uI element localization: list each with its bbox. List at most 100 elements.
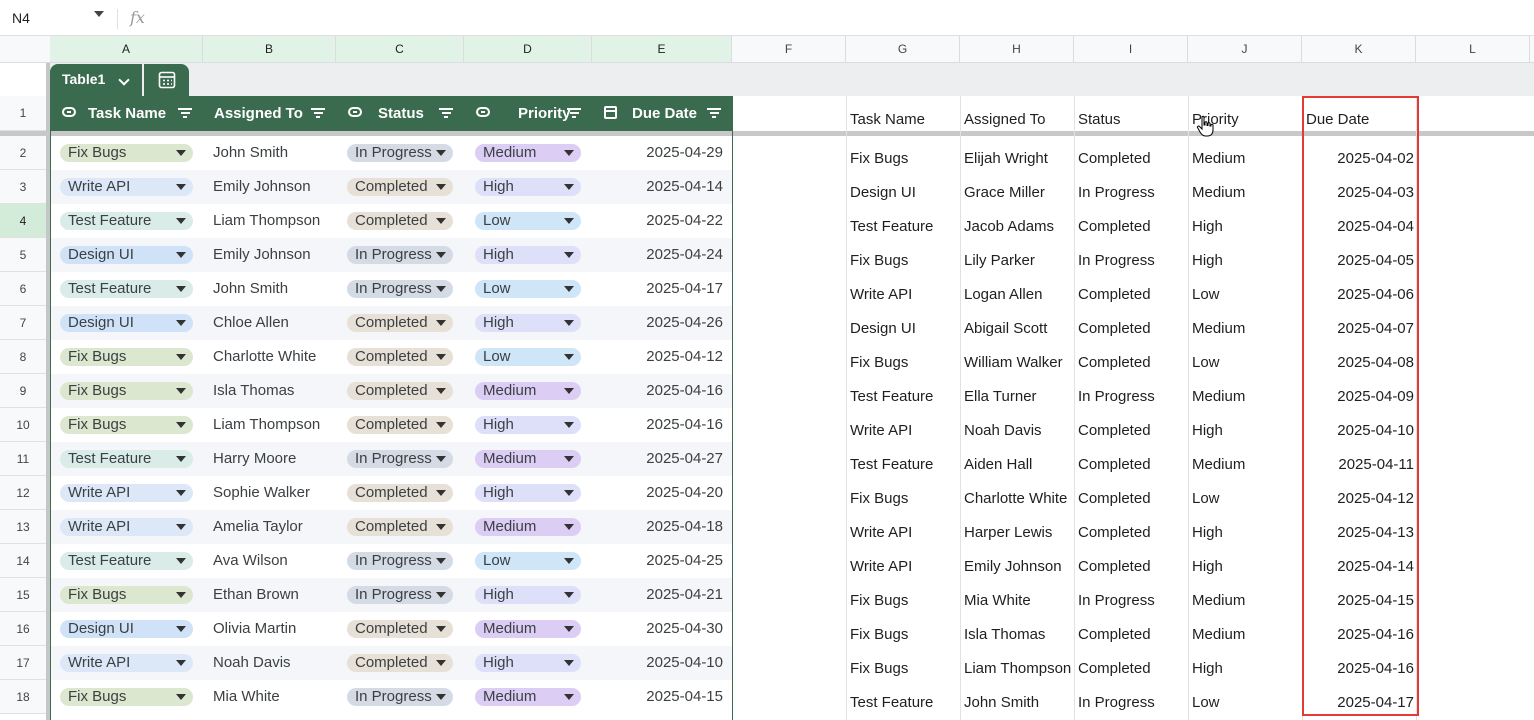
column-header-a[interactable]: A <box>50 36 203 62</box>
row-header-11[interactable]: 11 <box>0 442 46 476</box>
status-chip[interactable]: Completed <box>347 212 453 230</box>
right-data-cell[interactable]: Completed <box>1078 218 1151 236</box>
row-header-13[interactable]: 13 <box>0 510 46 544</box>
column-header-e[interactable]: E <box>592 36 732 62</box>
assigned-to-cell[interactable]: Liam Thompson <box>213 416 320 434</box>
assigned-to-cell[interactable]: Chloe Allen <box>213 314 289 332</box>
assigned-to-cell[interactable]: Ethan Brown <box>213 586 299 604</box>
column-header-j[interactable]: J <box>1188 36 1302 62</box>
right-data-cell[interactable]: Completed <box>1078 354 1151 372</box>
priority-chip[interactable]: High <box>475 484 581 502</box>
column-header-d[interactable]: D <box>464 36 592 62</box>
column-header-f[interactable]: F <box>732 36 846 62</box>
priority-chip[interactable]: Low <box>475 552 581 570</box>
task-name-chip[interactable]: Write API <box>60 178 193 196</box>
status-chip[interactable]: In Progress <box>347 552 453 570</box>
right-data-cell[interactable]: Write API <box>850 422 912 440</box>
task-name-chip[interactable]: Test Feature <box>60 280 193 298</box>
right-data-cell[interactable]: Fix Bugs <box>850 354 908 372</box>
right-data-cell[interactable]: Low <box>1192 490 1220 508</box>
right-data-cell[interactable]: Completed <box>1078 558 1151 576</box>
right-data-cell[interactable]: Fix Bugs <box>850 490 908 508</box>
assigned-to-cell[interactable]: Noah Davis <box>213 654 291 672</box>
right-data-cell[interactable]: John Smith <box>964 694 1039 712</box>
assigned-to-cell[interactable]: Mia White <box>213 688 280 706</box>
assigned-to-cell[interactable]: Harry Moore <box>213 450 296 468</box>
assigned-to-cell[interactable]: Emily Johnson <box>213 246 311 264</box>
due-date-cell[interactable]: 2025-04-15 <box>646 688 723 706</box>
row-header-2[interactable]: 2 <box>0 136 46 170</box>
right-data-cell[interactable]: Grace Miller <box>964 184 1045 202</box>
right-data-cell[interactable]: Medium <box>1192 184 1245 202</box>
filter-icon[interactable] <box>707 108 721 118</box>
row-header-10[interactable]: 10 <box>0 408 46 442</box>
priority-chip[interactable]: Low <box>475 280 581 298</box>
due-date-cell[interactable]: 2025-04-30 <box>646 620 723 638</box>
status-chip[interactable]: Completed <box>347 416 453 434</box>
right-data-cell[interactable]: Write API <box>850 558 912 576</box>
right-data-cell[interactable]: William Walker <box>964 354 1063 372</box>
right-data-cell[interactable]: Medium <box>1192 320 1245 338</box>
right-data-cell[interactable]: Harper Lewis <box>964 524 1052 542</box>
due-date-cell[interactable]: 2025-04-20 <box>646 484 723 502</box>
assigned-to-cell[interactable]: Liam Thompson <box>213 212 320 230</box>
chevron-down-icon[interactable] <box>94 11 104 17</box>
priority-chip[interactable]: High <box>475 178 581 196</box>
row-header-15[interactable]: 15 <box>0 578 46 612</box>
filter-icon[interactable] <box>439 108 453 118</box>
due-date-cell[interactable]: 2025-04-27 <box>646 450 723 468</box>
due-date-cell[interactable]: 2025-04-25 <box>646 552 723 570</box>
column-header-c[interactable]: C <box>336 36 464 62</box>
row-header-16[interactable]: 16 <box>0 612 46 646</box>
header-status[interactable]: Status <box>378 96 424 131</box>
priority-chip[interactable]: Medium <box>475 382 581 400</box>
right-header-cell[interactable]: Status <box>1078 111 1121 129</box>
header-task-name[interactable]: Task Name <box>88 96 166 131</box>
priority-chip[interactable]: Low <box>475 212 581 230</box>
name-box[interactable]: N4 <box>12 10 30 26</box>
right-data-cell[interactable]: Logan Allen <box>964 286 1042 304</box>
right-data-cell[interactable]: Completed <box>1078 456 1151 474</box>
row-header-3[interactable]: 3 <box>0 170 46 204</box>
priority-chip[interactable]: High <box>475 314 581 332</box>
right-data-cell[interactable]: High <box>1192 252 1223 270</box>
row-header-5[interactable]: 5 <box>0 238 46 272</box>
task-name-chip[interactable]: Test Feature <box>60 450 193 468</box>
right-data-cell[interactable]: Fix Bugs <box>850 252 908 270</box>
due-date-cell[interactable]: 2025-04-26 <box>646 314 723 332</box>
due-date-cell[interactable]: 2025-04-22 <box>646 212 723 230</box>
right-data-cell[interactable]: Medium <box>1192 388 1245 406</box>
header-due-date[interactable]: Due Date <box>632 96 697 131</box>
right-data-cell[interactable]: In Progress <box>1078 252 1155 270</box>
right-data-cell[interactable]: Charlotte White <box>964 490 1067 508</box>
right-data-cell[interactable]: Design UI <box>850 320 916 338</box>
status-chip[interactable]: Completed <box>347 382 453 400</box>
header-assigned-to[interactable]: Assigned To <box>214 96 303 131</box>
right-data-cell[interactable]: Medium <box>1192 592 1245 610</box>
right-data-cell[interactable]: Completed <box>1078 286 1151 304</box>
filter-icon[interactable] <box>311 108 325 118</box>
row-header-7[interactable]: 7 <box>0 306 46 340</box>
task-name-chip[interactable]: Fix Bugs <box>60 688 193 706</box>
right-data-cell[interactable]: Fix Bugs <box>850 626 908 644</box>
status-chip[interactable]: In Progress <box>347 586 453 604</box>
right-data-cell[interactable]: In Progress <box>1078 388 1155 406</box>
status-chip[interactable]: In Progress <box>347 280 453 298</box>
due-date-cell[interactable]: 2025-04-16 <box>646 416 723 434</box>
due-date-cell[interactable]: 2025-04-17 <box>646 280 723 298</box>
column-header-k[interactable]: K <box>1302 36 1416 62</box>
right-data-cell[interactable]: Isla Thomas <box>964 626 1045 644</box>
row-header-12[interactable]: 12 <box>0 476 46 510</box>
priority-chip[interactable]: Medium <box>475 688 581 706</box>
right-data-cell[interactable]: Mia White <box>964 592 1031 610</box>
right-data-cell[interactable]: Noah Davis <box>964 422 1042 440</box>
column-header-h[interactable]: H <box>960 36 1074 62</box>
row-header-8[interactable]: 8 <box>0 340 46 374</box>
right-data-cell[interactable]: Design UI <box>850 184 916 202</box>
status-chip[interactable]: Completed <box>347 654 453 672</box>
right-data-cell[interactable]: Write API <box>850 286 912 304</box>
right-data-cell[interactable]: In Progress <box>1078 592 1155 610</box>
task-name-chip[interactable]: Test Feature <box>60 212 193 230</box>
status-chip[interactable]: Completed <box>347 518 453 536</box>
right-data-cell[interactable]: Fix Bugs <box>850 150 908 168</box>
